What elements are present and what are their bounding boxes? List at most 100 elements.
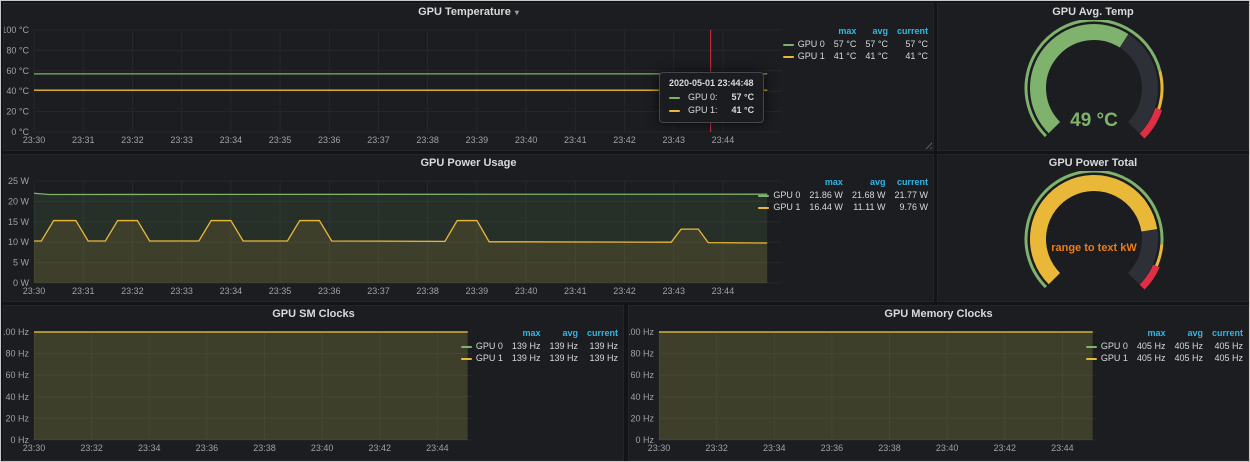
y-axis-tick-label: 100 °C [4,25,29,35]
y-axis-tick-label: 80 Hz [5,349,29,359]
legend-row-gpu0: GPU 0 139 Hz 139 Hz 139 Hz [461,340,618,352]
x-axis-tick-label: 23:33 [170,286,193,296]
x-axis-tick-label: 23:38 [878,443,901,453]
panel-title-text: GPU Power Usage [421,157,517,169]
x-axis-tick-label: 23:43 [662,286,685,296]
panel-header-gpu-avg-temp[interactable]: GPU Avg. Temp [938,4,1248,20]
x-axis-tick-label: 23:37 [367,135,390,145]
panel-title-text: GPU Avg. Temp [1052,6,1134,18]
y-axis-tick-label: 40 °C [6,86,29,96]
panel-header-gpu-memory-clocks[interactable]: GPU Memory Clocks [629,306,1248,322]
legend-series-gpu1[interactable]: GPU 1 [758,201,800,213]
x-axis-tick-label: 23:42 [994,443,1017,453]
legend-col-max[interactable]: max [503,328,541,340]
x-axis-tick-label: 23:40 [311,443,334,453]
legend-col-avg[interactable]: avg [843,177,886,189]
series-fill-gpu1 [659,332,1093,440]
x-axis-tick-label: 23:44 [1051,443,1074,453]
legend-value-max: 139 Hz [503,340,541,352]
legend-series-gpu0[interactable]: GPU 0 [783,38,825,50]
x-axis-tick-label: 23:41 [564,135,587,145]
gauge-threshold-yellow [1159,71,1162,109]
panel-header-gpu-temperature[interactable]: GPU Temperature ▾ [4,4,933,20]
legend-col-max[interactable]: max [825,26,857,38]
legend-col-max[interactable]: max [800,177,843,189]
panel-header-gpu-power-usage[interactable]: GPU Power Usage [4,155,933,171]
series-color-dash [783,44,794,46]
x-axis-tick-label: 23:36 [196,443,219,453]
chevron-down-icon: ▾ [515,8,519,17]
legend-col-avg[interactable]: avg [1165,328,1203,340]
legend-col-avg[interactable]: avg [856,26,888,38]
tooltip-row-gpu0: GPU 0: 57 °C [669,91,754,104]
y-axis-tick-label: 20 Hz [630,413,654,423]
legend-value-max: 21.86 W [800,189,843,201]
x-axis-tick-label: 23:41 [564,286,587,296]
graph-tooltip: 2020-05-01 23:44:48 GPU 0: 57 °C GPU 1: … [659,72,764,123]
y-axis-tick-label: 60 Hz [5,370,29,380]
legend-col-current[interactable]: current [885,177,928,189]
y-axis-tick-label: 100 Hz [4,327,29,337]
legend-value-avg: 21.68 W [843,189,886,201]
y-axis-tick-label: 20 °C [6,107,29,117]
gauge-value-arc [1038,183,1149,279]
tooltip-series-name: GPU 1: [688,104,718,117]
gpu-avg-temp-svg: 49 °C [938,20,1250,152]
legend-col-avg[interactable]: avg [540,328,578,340]
x-axis-tick-label: 23:34 [220,286,243,296]
series-name: GPU 0 [773,190,800,200]
legend-series-gpu0[interactable]: GPU 0 [461,340,503,352]
x-axis-tick-label: 23:34 [763,443,786,453]
legend-value-max: 139 Hz [503,352,541,364]
series-color-dash [461,346,472,348]
x-axis-tick-label: 23:38 [416,286,439,296]
panel-gpu-power-total: GPU Power Total range to text kW [937,154,1249,302]
legend-col-current[interactable]: current [1203,328,1243,340]
x-axis-tick-label: 23:38 [416,135,439,145]
series-color-dash [669,97,680,99]
panel-header-gpu-power-total[interactable]: GPU Power Total [938,155,1248,171]
panel-title-text: GPU Temperature [418,6,511,18]
legend-row-gpu0: GPU 0 405 Hz 405 Hz 405 Hz [1086,340,1243,352]
x-axis-tick-label: 23:40 [936,443,959,453]
legend-series-gpu0[interactable]: GPU 0 [1086,340,1128,352]
x-axis-tick-label: 23:31 [72,286,95,296]
legend-col-current[interactable]: current [888,26,928,38]
panel-gpu-memory-clocks: GPU Memory Clocks 0 Hz20 Hz40 Hz60 Hz80 … [628,305,1249,461]
panel-gpu-power-usage: GPU Power Usage 0 W5 W10 W15 W20 W25 W23… [3,154,934,302]
legend-value-avg: 405 Hz [1165,352,1203,364]
legend-value-avg: 11.11 W [843,201,886,213]
panel-title-text: GPU SM Clocks [272,308,355,320]
x-axis-tick-label: 23:36 [318,135,341,145]
tooltip-series-name: GPU 0: [688,91,718,104]
series-color-dash [669,110,680,112]
tooltip-row-gpu1: GPU 1: 41 °C [669,104,754,117]
series-name: GPU 1 [798,51,825,61]
series-color-dash [758,207,769,209]
legend-series-gpu1[interactable]: GPU 1 [1086,352,1128,364]
panel-title-text: GPU Memory Clocks [884,308,992,320]
legend-series-gpu1[interactable]: GPU 1 [461,352,503,364]
legend-gpu-memory-clocks: max avg current GPU 0 405 Hz 405 Hz 405 … [1086,328,1243,364]
y-axis-tick-label: 5 W [13,258,30,268]
x-axis-tick-label: 23:33 [170,135,193,145]
x-axis-tick-label: 23:42 [613,135,636,145]
legend-col-series [758,177,800,189]
x-axis-tick-label: 23:40 [515,135,538,145]
legend-row-gpu1: GPU 1 16.44 W 11.11 W 9.76 W [758,201,928,213]
legend-series-gpu1[interactable]: GPU 1 [783,50,825,62]
legend-value-current: 405 Hz [1203,340,1243,352]
tooltip-series-value: 41 °C [722,104,755,117]
x-axis-tick-label: 23:30 [23,286,46,296]
legend-series-gpu0[interactable]: GPU 0 [758,189,800,201]
legend-col-max[interactable]: max [1128,328,1166,340]
legend-value-avg: 57 °C [856,38,888,50]
panel-header-gpu-sm-clocks[interactable]: GPU SM Clocks [4,306,623,322]
legend-col-current[interactable]: current [578,328,618,340]
legend-gpu-power-usage: max avg current GPU 0 21.86 W 21.68 W 21… [758,177,928,213]
x-axis-tick-label: 23:31 [72,135,95,145]
legend-value-current: 405 Hz [1203,352,1243,364]
gpu-power-total-svg: range to text kW [938,171,1250,303]
series-color-dash [1086,346,1097,348]
y-axis-tick-label: 20 W [8,196,30,206]
